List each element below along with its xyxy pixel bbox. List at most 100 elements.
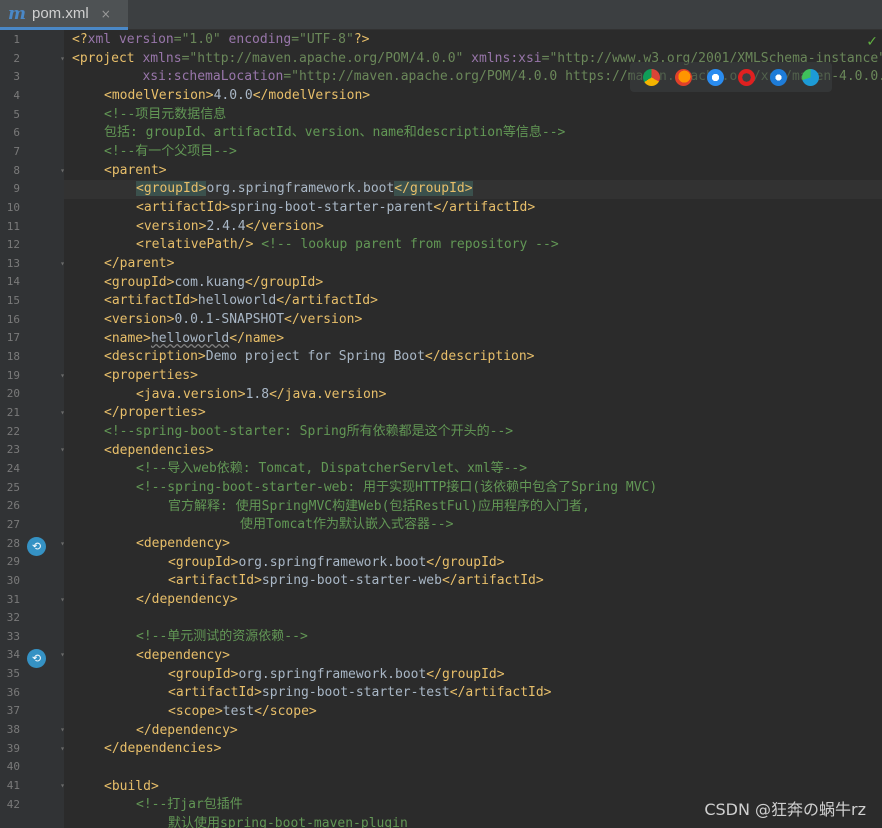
comment: 官方解释: 使用SpringMVC构建Web(包括RestFul)应用程序的入门… bbox=[168, 499, 590, 514]
tag: </scope> bbox=[254, 704, 317, 719]
tag: <groupId> bbox=[168, 667, 239, 682]
line-number: 4 bbox=[13, 88, 20, 102]
tag: <properties> bbox=[104, 368, 198, 383]
line-number: 18 bbox=[6, 350, 20, 364]
text: 0.0.1-SNAPSHOT bbox=[174, 312, 285, 327]
code-line: <artifactId>spring-boot-starter-web</art… bbox=[168, 572, 544, 591]
tag: <build> bbox=[104, 779, 159, 794]
safari-icon[interactable] bbox=[706, 68, 724, 86]
line-number: 17 bbox=[6, 331, 20, 345]
watermark: CSDN @狂奔の蜗牛rz bbox=[704, 800, 866, 819]
dependency-ref-icon[interactable]: ⟲ bbox=[27, 537, 46, 556]
text: org.springframework.boot bbox=[238, 555, 427, 570]
tag: </artifactId> bbox=[441, 573, 544, 588]
text: Demo project for Spring Boot bbox=[205, 349, 425, 364]
comment: <!--spring-boot-starter: Spring所有依赖都是这个开… bbox=[104, 424, 514, 439]
line-number: 34 bbox=[6, 648, 20, 662]
tag: <modelVersion> bbox=[104, 88, 214, 103]
line-number: 6 bbox=[13, 126, 20, 140]
line-number: 42 bbox=[6, 797, 20, 811]
tag: <artifactId> bbox=[136, 200, 230, 215]
comment: 使用Tomcat作为默认嵌入式容器--> bbox=[240, 517, 454, 532]
tag: <groupId> bbox=[168, 555, 239, 570]
tag: <java.version> bbox=[136, 387, 246, 402]
tab-pom-xml[interactable]: m pom.xml × bbox=[0, 0, 128, 30]
line-number: 29 bbox=[6, 555, 20, 569]
attr-name: xmlns bbox=[463, 51, 511, 66]
line-number: 23 bbox=[6, 443, 20, 457]
line-number: 27 bbox=[6, 517, 20, 531]
edge-icon[interactable] bbox=[801, 68, 819, 86]
line-number: 22 bbox=[6, 424, 20, 438]
code-line: <artifactId>spring-boot-starter-parent</… bbox=[136, 199, 535, 218]
code-line: <groupId>com.kuang</groupId> bbox=[104, 274, 323, 293]
text: org.springframework.boot bbox=[238, 667, 427, 682]
ie-icon[interactable] bbox=[769, 68, 787, 86]
tag: </parent> bbox=[104, 256, 175, 271]
code-line: <version>0.0.1-SNAPSHOT</version> bbox=[104, 311, 362, 330]
tag: <dependencies> bbox=[104, 443, 214, 458]
code-line: <scope>test</scope> bbox=[168, 703, 317, 722]
opera-icon[interactable] bbox=[738, 68, 756, 86]
code-editor[interactable]: <?xml version="1.0" encoding="UTF-8"?> <… bbox=[64, 30, 882, 828]
line-number: 11 bbox=[6, 219, 20, 233]
firefox-icon[interactable] bbox=[674, 68, 692, 86]
attr-name: xmlns bbox=[134, 51, 182, 66]
tag: <artifactId> bbox=[168, 573, 262, 588]
chrome-icon[interactable] bbox=[643, 68, 661, 86]
tag: </version> bbox=[245, 219, 324, 234]
code-line: <artifactId>spring-boot-starter-test</ar… bbox=[168, 684, 552, 703]
line-number: 12 bbox=[6, 238, 20, 252]
tag: </dependency> bbox=[136, 592, 238, 607]
tag: </dependencies> bbox=[104, 741, 222, 756]
xml-decl-name: xml bbox=[87, 32, 112, 47]
line-number: 25 bbox=[6, 480, 20, 494]
code-line: <version>2.4.4</version> bbox=[136, 218, 324, 237]
tag: </modelVersion> bbox=[252, 88, 371, 103]
line-number: 24 bbox=[6, 461, 20, 475]
maven-icon: m bbox=[8, 3, 26, 24]
line-number: 36 bbox=[6, 685, 20, 699]
code-line: <modelVersion>4.0.0</modelVersion> bbox=[104, 87, 370, 106]
tab-label: pom.xml bbox=[32, 5, 89, 22]
dependency-ref-icon[interactable]: ⟲ bbox=[27, 649, 46, 668]
tag: </description> bbox=[424, 349, 535, 364]
text: spring-boot-starter-parent bbox=[229, 200, 434, 215]
tag: <version> bbox=[104, 312, 175, 327]
inspection-ok-icon[interactable]: ✓ bbox=[866, 34, 878, 50]
line-number: 15 bbox=[6, 294, 20, 308]
comment: 包括: groupId、artifactId、version、name和desc… bbox=[104, 125, 566, 140]
tag: </artifactId> bbox=[433, 200, 536, 215]
line-number: 5 bbox=[13, 107, 20, 121]
line-number: 3 bbox=[13, 70, 20, 84]
tag: <dependency> bbox=[136, 648, 230, 663]
line-number: 19 bbox=[6, 368, 20, 382]
tag: </version> bbox=[284, 312, 363, 327]
tag: <scope> bbox=[168, 704, 223, 719]
code-line: <groupId>org.springframework.boot</group… bbox=[168, 554, 505, 573]
line-number: 10 bbox=[6, 200, 20, 214]
line-number: 21 bbox=[6, 406, 20, 419]
tag: <version> bbox=[136, 219, 207, 234]
line-number: 20 bbox=[6, 387, 20, 401]
code-line-current: <groupId>org.springframework.boot</group… bbox=[64, 180, 882, 199]
attr-value: ="http://maven.apache.org/POM/4.0.0" bbox=[181, 51, 464, 66]
comment: <!--打jar包插件 bbox=[136, 797, 243, 812]
tag: <description> bbox=[104, 349, 206, 364]
tag: <groupId> bbox=[104, 275, 175, 290]
line-number: 14 bbox=[6, 275, 20, 289]
tag: </properties> bbox=[104, 405, 206, 420]
line-number: 16 bbox=[6, 312, 20, 326]
code-line: <name>helloworld</name> bbox=[104, 330, 284, 349]
tag: </java.version> bbox=[269, 387, 387, 402]
line-number: 37 bbox=[6, 704, 20, 718]
tag: <name> bbox=[104, 331, 151, 346]
text: spring-boot-starter-test bbox=[261, 685, 450, 700]
line-number: 31 bbox=[6, 592, 20, 606]
close-icon[interactable]: × bbox=[101, 7, 111, 21]
tag: <dependency> bbox=[136, 536, 230, 551]
text: test bbox=[222, 704, 255, 719]
attr-value: ="1.0" bbox=[173, 32, 221, 47]
tag: </artifactId> bbox=[276, 293, 378, 308]
attr-name: encoding bbox=[220, 32, 292, 47]
